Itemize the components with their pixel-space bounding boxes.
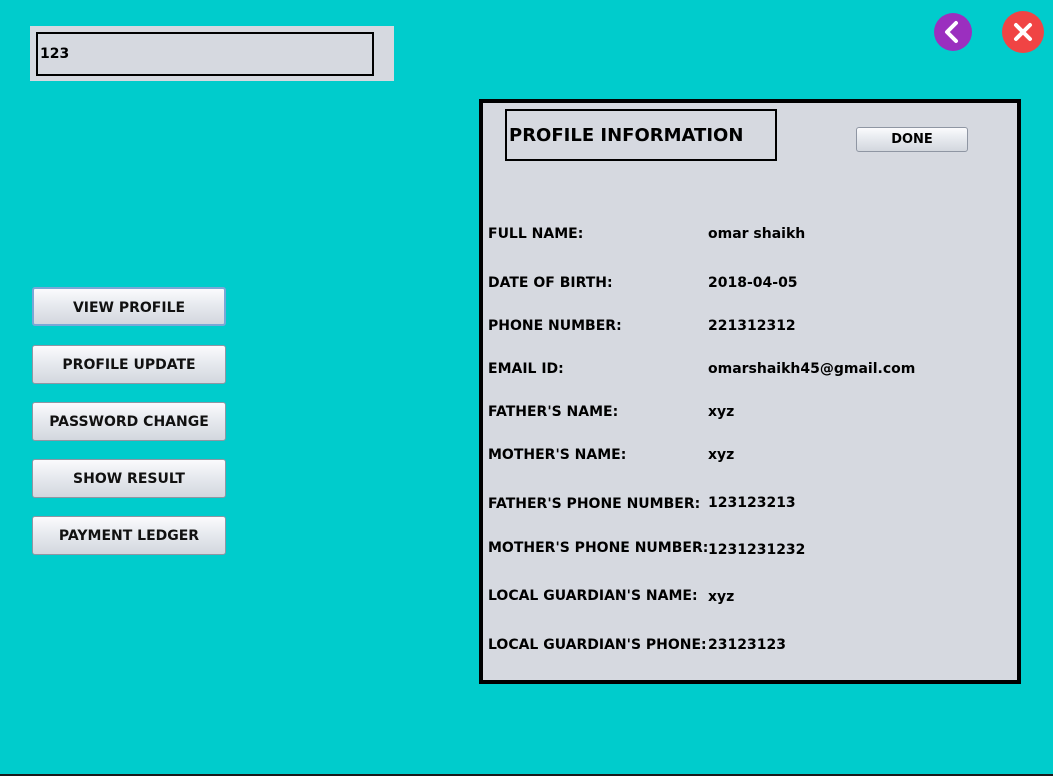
phone-number-label: PHONE NUMBER: [488,318,622,334]
date-of-birth-label: DATE OF BIRTH: [488,275,613,291]
mothers-name-label: MOTHER'S NAME: [488,447,627,463]
fathers-name-label: FATHER'S NAME: [488,404,619,420]
done-button[interactable]: DONE [856,127,968,152]
fathers-name-value: xyz [708,404,735,420]
email-id-value: omarshaikh45@gmail.com [708,361,916,377]
profile-update-button[interactable]: PROFILE UPDATE [32,345,226,384]
payment-ledger-button[interactable]: PAYMENT LEDGER [32,516,226,555]
full-name-label: FULL NAME: [488,226,584,242]
panel-title: PROFILE INFORMATION [505,109,777,161]
back-button[interactable] [934,13,972,51]
password-change-button[interactable]: PASSWORD CHANGE [32,402,226,441]
full-name-value: omar shaikh [708,226,806,242]
close-x-icon [1014,23,1032,41]
local-guardian-phone-label: LOCAL GUARDIAN'S PHONE: [488,637,707,653]
mothers-phone-value: 1231231232 [708,542,806,558]
local-guardian-phone-value: 23123123 [708,637,786,653]
profile-panel: PROFILE INFORMATION DONE FULL NAME: omar… [479,99,1021,684]
fathers-phone-value: 123123213 [708,495,796,511]
top-field-container [30,26,394,81]
local-guardian-name-label: LOCAL GUARDIAN'S NAME: [488,588,698,604]
chevron-left-icon [945,21,958,43]
mothers-name-value: xyz [708,447,735,463]
close-button[interactable] [1002,11,1044,53]
date-of-birth-value: 2018-04-05 [708,275,798,291]
phone-number-value: 221312312 [708,318,796,334]
local-guardian-name-value: xyz [708,589,735,605]
mothers-phone-label: MOTHER'S PHONE NUMBER: [488,540,709,556]
email-id-label: EMAIL ID: [488,361,564,377]
top-text-field[interactable] [36,32,374,76]
show-result-button[interactable]: SHOW RESULT [32,459,226,498]
fathers-phone-label: FATHER'S PHONE NUMBER: [488,496,701,512]
view-profile-button[interactable]: VIEW PROFILE [32,287,226,326]
